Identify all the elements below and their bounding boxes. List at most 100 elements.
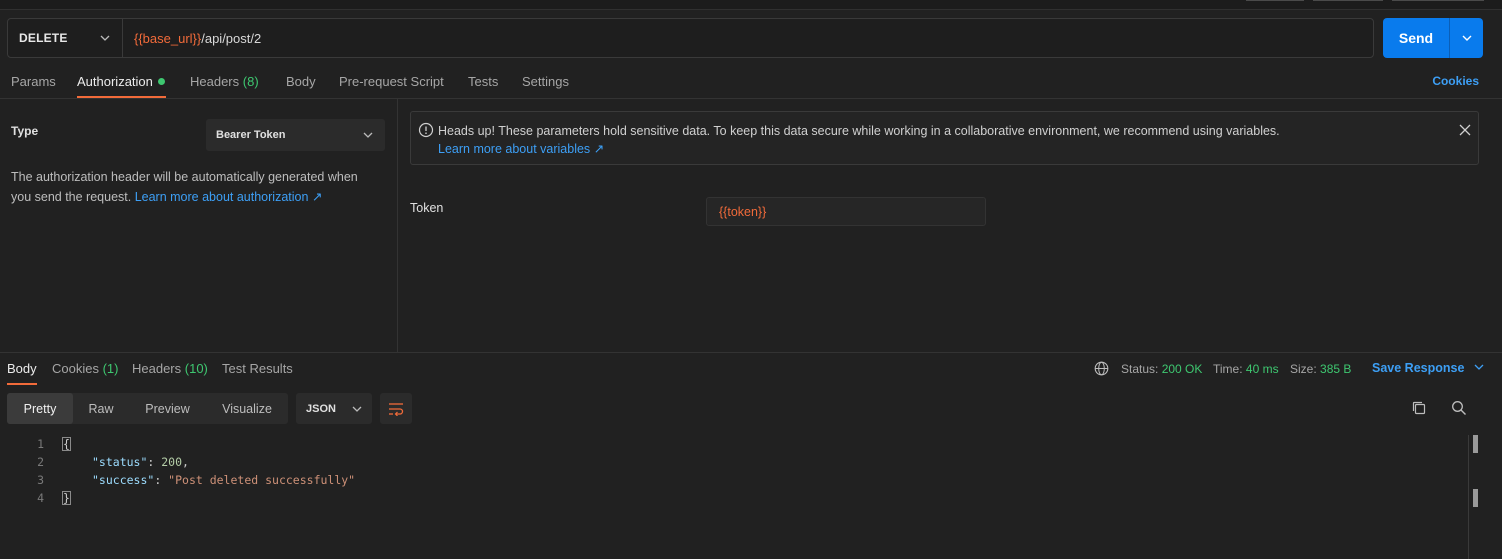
close-brace: } (62, 491, 71, 505)
tab-label: Cookies (52, 361, 99, 376)
request-url-bar: DELETE {{base_url}}/api/post/2 (7, 18, 1374, 58)
tab-settings[interactable]: Settings (522, 74, 569, 89)
code-line: "success": "Post deleted successfully" (92, 473, 356, 487)
save-response-button[interactable]: Save Response (1372, 361, 1484, 375)
tab-authorization[interactable]: Authorization (77, 74, 165, 89)
token-value: {{token}} (719, 204, 767, 219)
tab-label: Params (11, 74, 56, 89)
top-tab-stub (1392, 0, 1484, 1)
alert-message: Heads up! These parameters hold sensitiv… (438, 122, 1280, 158)
globe-icon[interactable] (1094, 361, 1109, 376)
token-input[interactable]: {{token}} (706, 197, 986, 226)
tab-params[interactable]: Params (11, 74, 56, 89)
learn-auth-link[interactable]: Learn more about authorization ↗ (135, 190, 323, 204)
tab-count: (10) (184, 361, 208, 376)
code-line: } (62, 491, 71, 505)
code-line: "status": 200, (92, 455, 189, 469)
view-raw-button[interactable]: Raw (73, 393, 129, 424)
auth-type-select[interactable]: Bearer Token (206, 119, 385, 151)
tab-label: Body (286, 74, 316, 89)
line-number: 1 (37, 437, 44, 451)
token-label: Token (410, 201, 444, 215)
tab-tests[interactable]: Tests (468, 74, 498, 89)
line-number: 4 (37, 491, 44, 505)
url-path: /api/post/2 (201, 30, 262, 46)
send-button[interactable]: Send (1383, 18, 1449, 58)
line-number: 3 (37, 473, 44, 487)
tab-label: Settings (522, 74, 569, 89)
size-value: 385 B (1320, 362, 1352, 376)
save-response-label: Save Response (1372, 361, 1465, 375)
active-tab-indicator (7, 383, 37, 385)
response-tab-body[interactable]: Body (7, 361, 37, 376)
active-dot-icon (157, 78, 165, 85)
view-preview-button[interactable]: Preview (129, 393, 206, 424)
method-label: DELETE (19, 31, 68, 45)
url-input[interactable]: {{base_url}}/api/post/2 (123, 19, 1373, 57)
type-label: Type (11, 124, 39, 138)
sensitive-data-alert: Heads up! These parameters hold sensitiv… (410, 111, 1479, 165)
tab-label: Test Results (222, 361, 293, 376)
status-value: 200 OK (1161, 362, 1203, 376)
copy-icon[interactable] (1411, 400, 1427, 416)
learn-variables-link[interactable]: Learn more about variables ↗ (438, 140, 1280, 158)
time-meta[interactable]: Time: 40 ms (1213, 362, 1279, 376)
view-mode-group: Pretty Raw Preview Visualize (7, 393, 288, 424)
auth-description: The authorization header will be automat… (11, 167, 381, 207)
size-meta[interactable]: Size: 385 B (1290, 362, 1351, 376)
tab-label: Body (7, 361, 37, 376)
top-strip (0, 0, 1502, 10)
status-meta[interactable]: Status: 200 OK (1121, 362, 1202, 376)
code-line: { (62, 437, 71, 451)
tab-label: Pre-request Script (339, 74, 444, 89)
scroll-marker (1473, 435, 1478, 453)
chevron-down-icon (363, 132, 373, 138)
json-key: "success" (92, 473, 155, 487)
search-icon[interactable] (1451, 400, 1467, 416)
tab-headers[interactable]: Headers (8) (190, 74, 259, 89)
time-value: 40 ms (1245, 362, 1279, 376)
json-number: 200 (161, 455, 183, 469)
top-tab-stub (1313, 0, 1383, 1)
tab-label: Authorization (77, 74, 153, 89)
tab-body[interactable]: Body (286, 74, 316, 89)
tab-count: (8) (242, 74, 259, 89)
tab-label: Tests (468, 74, 499, 89)
json-string: "Post deleted successfully" (168, 473, 356, 487)
wrap-lines-button[interactable] (380, 393, 412, 424)
tab-label: Headers (132, 361, 182, 376)
active-tab-indicator (77, 96, 166, 98)
chevron-down-icon (1474, 364, 1484, 370)
auth-type-panel: Type Bearer Token The authorization head… (0, 99, 398, 352)
method-select[interactable]: DELETE (8, 19, 123, 57)
chevron-down-icon (100, 35, 110, 41)
time-label: Time: (1213, 362, 1243, 376)
cookies-link[interactable]: Cookies (1432, 74, 1479, 88)
response-tab-test-results[interactable]: Test Results (222, 361, 293, 376)
send-button-group: Send (1383, 18, 1483, 58)
tab-label: Headers (190, 74, 240, 89)
format-value: JSON (306, 402, 336, 415)
format-select[interactable]: JSON (296, 393, 372, 424)
response-divider[interactable] (0, 352, 1502, 353)
response-tab-headers[interactable]: Headers (10) (132, 361, 208, 376)
view-pretty-button[interactable]: Pretty (7, 393, 73, 424)
view-visualize-button[interactable]: Visualize (206, 393, 288, 424)
editor-scrollbar[interactable] (1468, 435, 1469, 559)
url-variable: {{base_url}} (134, 30, 202, 46)
scroll-marker (1473, 489, 1478, 507)
alert-text: Heads up! These parameters hold sensitiv… (438, 124, 1280, 138)
chevron-down-icon (1462, 35, 1471, 41)
chevron-down-icon (352, 406, 362, 412)
tab-count: (1) (102, 361, 119, 376)
response-tab-cookies[interactable]: Cookies (1) (52, 361, 118, 376)
tab-pre-request-script[interactable]: Pre-request Script (339, 74, 444, 89)
line-number: 2 (37, 455, 44, 469)
wrap-lines-icon (389, 402, 404, 416)
send-options-button[interactable] (1449, 18, 1483, 58)
close-icon[interactable] (1459, 124, 1471, 136)
auth-type-value: Bearer Token (216, 129, 286, 141)
size-label: Size: (1290, 362, 1317, 376)
status-label: Status: (1121, 362, 1159, 376)
info-icon (418, 122, 434, 138)
